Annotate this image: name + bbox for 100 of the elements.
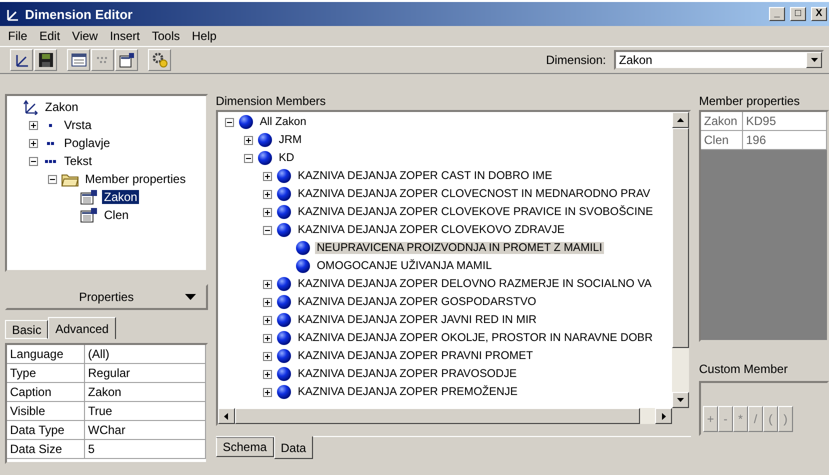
ball-icon [276, 348, 292, 364]
tree-item[interactable]: OMOGOCANJE UŽIVANJA MAMIL [314, 260, 494, 272]
expand-toggle[interactable] [262, 388, 272, 396]
table-icon [70, 52, 86, 68]
menu-item[interactable]: View [66, 29, 104, 43]
ball-icon [276, 222, 292, 238]
toolbar-button[interactable] [34, 49, 57, 71]
menu-item[interactable]: Insert [104, 29, 146, 43]
table-cell: True [85, 402, 206, 421]
table-cell: Type [7, 364, 85, 383]
table-cell: Zakon [701, 112, 743, 131]
save-icon [38, 52, 54, 68]
down-arrow-icon [677, 398, 684, 402]
left-arrow-icon [224, 412, 228, 420]
menu-item[interactable]: Help [186, 29, 223, 43]
tree-item[interactable]: KAZNIVA DEJANJA ZOPER CLOVEKOVE PRAVICE IN SVOBOŠCINE [296, 206, 655, 218]
scroll-left-button[interactable] [218, 408, 235, 424]
tree-item[interactable]: KAZNIVA DEJANJA ZOPER GOSPODARSTVO [296, 296, 538, 308]
toolbar-button[interactable] [148, 49, 171, 71]
collapse-toggle[interactable] [224, 118, 234, 126]
tree-item[interactable]: KAZNIVA DEJANJA ZOPER PREMOŽENJE [296, 386, 520, 398]
tree-item[interactable]: Vrsta [62, 118, 94, 132]
collapse-toggle[interactable] [29, 156, 38, 166]
table-cell: Zakon [85, 383, 206, 402]
expand-toggle[interactable] [29, 138, 38, 148]
vertical-scrollbar[interactable] [672, 112, 689, 408]
tree-item[interactable]: Clen [102, 208, 131, 222]
property-sheet-icon [80, 189, 98, 205]
tree-item[interactable]: All Zakon [258, 116, 308, 128]
tab[interactable]: Basic [5, 320, 48, 339]
properties-button[interactable]: Properties [5, 284, 208, 310]
ball-icon [276, 186, 292, 202]
tree-item[interactable]: KAZNIVA DEJANJA ZOPER CLOVECNOST IN MEDNARODNO PRAV [296, 188, 652, 200]
scroll-down-button[interactable] [672, 392, 689, 408]
tree-item[interactable]: Tekst [62, 154, 94, 168]
table-cell: Regular [85, 364, 206, 383]
dropdown-arrow-icon [184, 294, 196, 300]
property-sheet-icon [80, 207, 98, 223]
tree-item[interactable]: Zakon [102, 190, 140, 204]
tab[interactable]: Advanced [48, 317, 116, 339]
scroll-right-button[interactable] [655, 408, 672, 424]
collapse-toggle[interactable] [244, 154, 253, 162]
tree-item[interactable]: Zakon [43, 100, 80, 114]
dropdown-arrow-icon [810, 58, 818, 62]
expand-toggle[interactable] [262, 298, 272, 306]
tree-item[interactable]: NEUPRAVICENA PROIZVODNJA IN PROMET Z MAMILI [314, 242, 604, 254]
table-cell: 5 [85, 440, 206, 459]
close-button[interactable]: X [811, 7, 827, 21]
collapse-toggle[interactable] [48, 174, 57, 184]
tab[interactable]: Data [274, 436, 314, 459]
toolbar-button[interactable] [10, 49, 33, 71]
table-cell: 196 [743, 131, 827, 150]
tree-item[interactable]: KAZNIVA DEJANJA ZOPER PRAVOSODJE [296, 368, 519, 380]
dimension-dropdown[interactable]: Zakon [614, 50, 824, 70]
scroll-up-button[interactable] [672, 112, 689, 128]
ball-icon [256, 150, 273, 166]
menu-item[interactable]: Edit [33, 29, 66, 43]
expand-toggle[interactable] [244, 136, 253, 144]
level-dots-icon [46, 142, 54, 144]
tree-item[interactable]: KAZNIVA DEJANJA ZOPER JAVNI RED IN MIR [296, 314, 539, 326]
scroll-thumb[interactable] [672, 128, 689, 348]
tree-item[interactable]: Member properties [83, 172, 188, 186]
up-arrow-icon [677, 118, 684, 122]
expand-toggle[interactable] [29, 120, 38, 130]
tree-item[interactable]: KAZNIVA DEJANJA ZOPER CAST IN DOBRO IME [296, 170, 554, 182]
tree-item[interactable]: KAZNIVA DEJANJA ZOPER CLOVEKOVO ZDRAVJE [296, 224, 567, 236]
tree-item[interactable]: KAZNIVA DEJANJA ZOPER OKOLJE, PROSTOR IN NARAVNE DOBR [296, 332, 655, 344]
toolbar-button[interactable] [67, 49, 90, 71]
menu-item[interactable]: Tools [146, 29, 186, 43]
expand-toggle[interactable] [262, 190, 272, 198]
axes-icon [23, 99, 39, 115]
ball-icon [294, 258, 311, 274]
tree-item[interactable]: Poglavje [62, 136, 112, 150]
expand-toggle[interactable] [262, 280, 272, 288]
expand-toggle[interactable] [262, 370, 272, 378]
tree-item[interactable]: JRM [276, 134, 304, 146]
tree-item[interactable]: KD [276, 152, 296, 164]
table-cell: Clen [701, 131, 743, 150]
tree-item[interactable]: KAZNIVA DEJANJA ZOPER PRAVNI PROMET [296, 350, 535, 362]
expand-toggle[interactable] [262, 352, 272, 360]
minimize-button[interactable]: _ [769, 7, 785, 21]
table-cell: (All) [85, 345, 206, 364]
expand-toggle[interactable] [262, 334, 272, 342]
expand-toggle[interactable] [262, 208, 272, 216]
level-dots-icon [48, 124, 52, 126]
ball-icon [238, 114, 254, 130]
ball-icon [276, 204, 292, 220]
property-sheet-icon [118, 52, 134, 68]
axes-icon [14, 52, 30, 68]
maximize-button[interactable]: □ [790, 7, 806, 21]
member-properties-label: Member properties [699, 94, 801, 110]
expand-toggle[interactable] [262, 172, 272, 180]
table-cell: Visible [7, 402, 85, 421]
menu-item[interactable]: File [2, 29, 34, 43]
tree-item[interactable]: KAZNIVA DEJANJA ZOPER DELOVNO RAZMERJE IN SOCIALNO VA [296, 278, 654, 290]
expand-toggle[interactable] [262, 316, 272, 324]
collapse-toggle[interactable] [262, 226, 272, 234]
toolbar-button[interactable] [115, 49, 138, 71]
table-cell: Data Type [7, 421, 85, 440]
tab[interactable]: Schema [216, 437, 274, 457]
